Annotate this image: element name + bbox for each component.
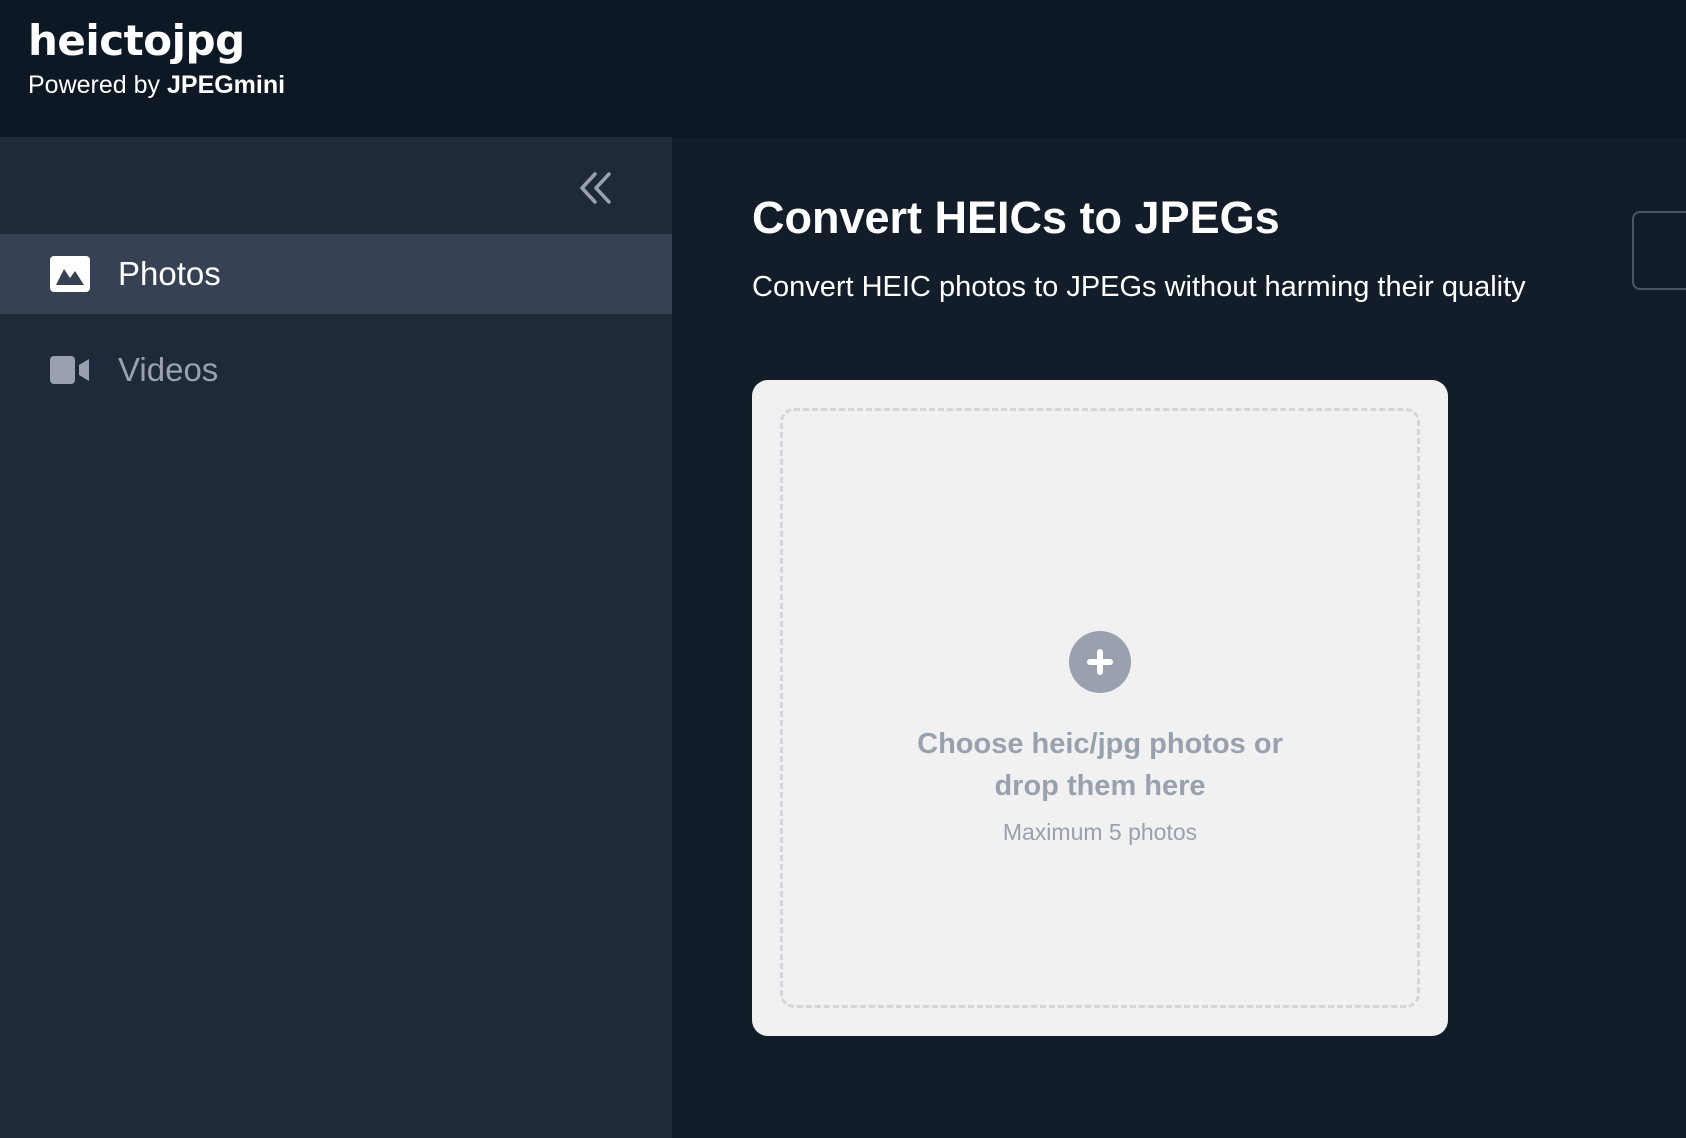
sidebar-item-photos[interactable]: Photos [0, 234, 672, 314]
page-subtitle: Convert HEIC photos to JPEGs without har… [752, 271, 1526, 303]
image-icon [50, 254, 90, 294]
plus-circle-icon[interactable] [1069, 630, 1131, 693]
sidebar: Photos Videos [0, 137, 672, 1138]
upload-card: Choose heic/jpg photos or drop them here… [752, 380, 1448, 1036]
page-title: Convert HEICs to JPEGs [752, 192, 1280, 243]
sidebar-item-label: Photos [118, 255, 221, 292]
dropzone-limit: Maximum 5 photos [1002, 818, 1198, 845]
brand-logo[interactable]: heictojpg [28, 15, 1686, 67]
file-dropzone[interactable]: Choose heic/jpg photos or drop them here… [780, 408, 1420, 1008]
sidebar-item-videos[interactable]: Videos [0, 330, 672, 410]
main-content: Convert HEICs to JPEGs Convert HEIC phot… [672, 137, 1686, 1138]
powered-by-brand[interactable]: JPEGmini [167, 71, 285, 99]
sidebar-item-label: Videos [118, 351, 219, 388]
powered-by-line: Powered by JPEGmini [28, 70, 1686, 100]
double-chevron-left-icon [580, 172, 611, 204]
video-camera-icon [50, 350, 90, 390]
powered-by-prefix: Powered by [28, 71, 161, 99]
right-edge-button[interactable] [1632, 211, 1686, 290]
dropzone-prompt: Choose heic/jpg photos or drop them here [917, 727, 1283, 802]
app-header: heictojpg Powered by JPEGmini [0, 0, 1686, 137]
collapse-sidebar-button[interactable] [570, 165, 622, 211]
